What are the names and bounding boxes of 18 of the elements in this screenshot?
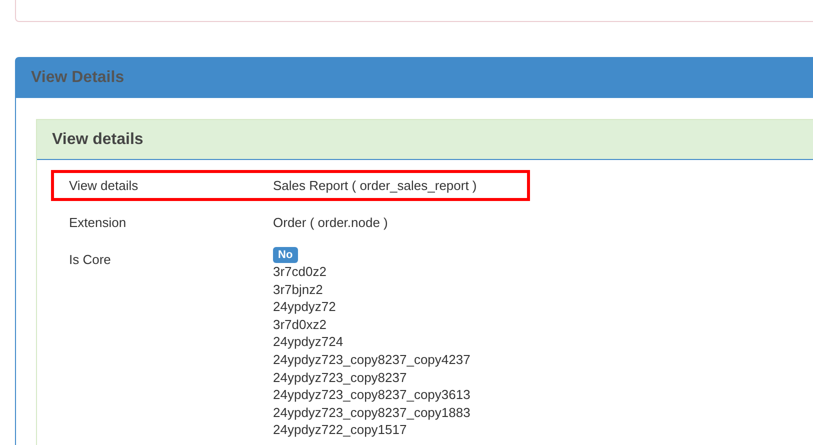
list-item: 24ypdyz722_copy1517 [273, 421, 408, 439]
list-item: 24ypdyz724 [273, 333, 344, 351]
list-item: 24ypdyz723_copy8237_copy4237 [273, 350, 470, 369]
panel-title: View details [37, 120, 813, 160]
list-item: 24ypdyz723_copy8237_copy3613 [273, 386, 470, 404]
field-label: Is Core [69, 251, 112, 269]
list-item: 24ypdyz72 [273, 298, 337, 316]
field-value: Sales Report ( order_sales_report ) [273, 177, 477, 194]
field-label: View details [69, 177, 140, 194]
panel-title: View Details [16, 58, 813, 98]
field-label: Extension [69, 214, 128, 231]
list-item: 3r7bjnz2 [273, 280, 324, 298]
list-item: 3r7cd0z2 [273, 263, 328, 281]
field-value: Order ( order.node ) [273, 214, 388, 231]
status-badge: No [273, 247, 298, 263]
list-item: 3r7d0xz2 [273, 316, 328, 334]
list-item: 24ypdyz723_copy8237_copy1883 [273, 404, 470, 422]
list-item: 24ypdyz723_copy8237 [273, 368, 408, 386]
